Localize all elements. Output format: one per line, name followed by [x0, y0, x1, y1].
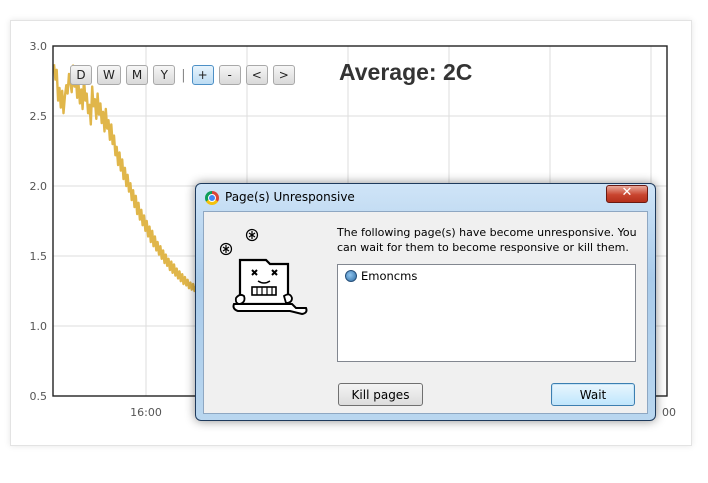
day-button[interactable]: D: [70, 65, 92, 85]
sad-tab-icon: [219, 228, 308, 316]
week-button[interactable]: W: [97, 65, 121, 85]
series-line: [52, 64, 206, 297]
average-label: Average: 2C: [339, 59, 473, 85]
close-icon: ✕: [621, 185, 633, 200]
range-toolbar: D W M Y | + - < >: [70, 65, 295, 85]
y-tick-label: 2.0: [30, 180, 48, 193]
zoom-in-button[interactable]: +: [191, 65, 214, 85]
pan-left-button[interactable]: <: [245, 65, 268, 85]
dialog-body: The following page(s) have become unresp…: [203, 211, 648, 414]
y-tick-label: 1.0: [30, 320, 48, 333]
toolbar-separator: |: [181, 67, 186, 83]
page-name: Emoncms: [361, 269, 418, 283]
x-tick-label: 00: [662, 406, 676, 419]
y-tick-label: 3.0: [30, 40, 48, 53]
unresponsive-dialog: Page(s) Unresponsive ✕ The following pag…: [195, 183, 656, 421]
close-button[interactable]: ✕: [606, 185, 648, 203]
x-tick-label: 16:00: [130, 406, 162, 419]
page-favicon-icon: [345, 270, 357, 282]
chrome-icon: [205, 191, 219, 205]
unresponsive-page-list[interactable]: Emoncms: [337, 264, 636, 362]
dialog-title: Page(s) Unresponsive: [225, 190, 355, 204]
year-button[interactable]: Y: [153, 65, 176, 85]
kill-pages-button[interactable]: Kill pages: [338, 383, 423, 406]
y-tick-label: 1.5: [30, 250, 48, 263]
pan-right-button[interactable]: >: [272, 65, 295, 85]
dialog-message: The following page(s) have become unresp…: [337, 226, 637, 254]
month-button[interactable]: M: [125, 65, 149, 85]
zoom-out-button[interactable]: -: [218, 65, 241, 85]
list-item[interactable]: Emoncms: [345, 269, 417, 283]
y-tick-label: 2.5: [30, 110, 48, 123]
y-tick-label: 0.5: [30, 390, 48, 403]
wait-button[interactable]: Wait: [551, 383, 635, 406]
y-axis: 3.0 2.5 2.0 1.5 1.0 0.5: [30, 40, 48, 403]
